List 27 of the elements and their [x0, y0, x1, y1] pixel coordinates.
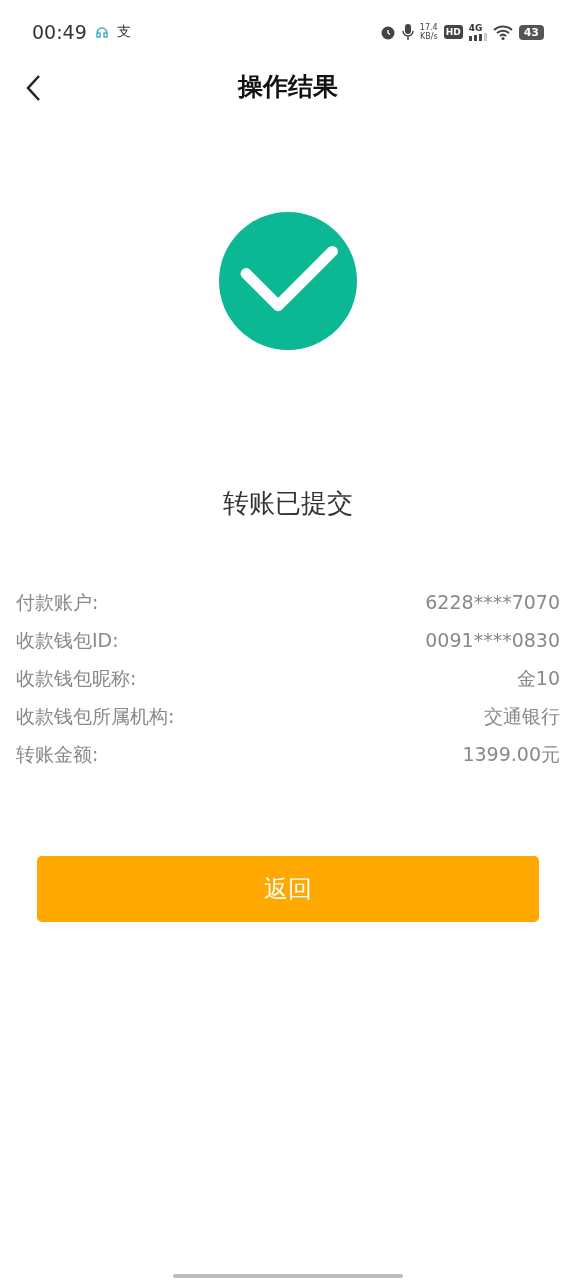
net-speed-unit: KB/s [419, 32, 438, 41]
microphone-icon [401, 23, 414, 41]
result-message: 转账已提交 [223, 487, 353, 520]
detail-label: 收款钱包所属机构: [16, 704, 175, 729]
signal-icon [468, 32, 487, 41]
detail-value: 交通银行 [484, 704, 560, 729]
headset-icon [94, 24, 109, 40]
alarm-icon [379, 24, 396, 40]
hd-badge: HD [443, 25, 463, 39]
clock-time: 00:49 [32, 21, 87, 43]
detail-label: 收款钱包昵称: [16, 666, 137, 691]
net-speed: 17.4 [419, 23, 438, 32]
detail-label: 转账金额: [16, 742, 99, 767]
battery-level: 43 [518, 24, 544, 40]
detail-label: 付款账户: [16, 590, 99, 615]
detail-value: 1399.00元 [462, 742, 560, 767]
check-circle-icon [219, 212, 357, 350]
detail-label: 收款钱包ID: [16, 628, 119, 653]
detail-value: 金10 [516, 666, 560, 691]
back-icon [24, 74, 42, 102]
return-button[interactable]: 返回 [37, 856, 539, 922]
notification-glyph: 支 [116, 23, 131, 41]
detail-value: 6228****7070 [425, 590, 560, 615]
network-type: 4G [468, 23, 484, 33]
page-title: 操作结果 [238, 70, 338, 103]
detail-value: 0091****0830 [425, 628, 560, 653]
wifi-icon [492, 24, 513, 40]
